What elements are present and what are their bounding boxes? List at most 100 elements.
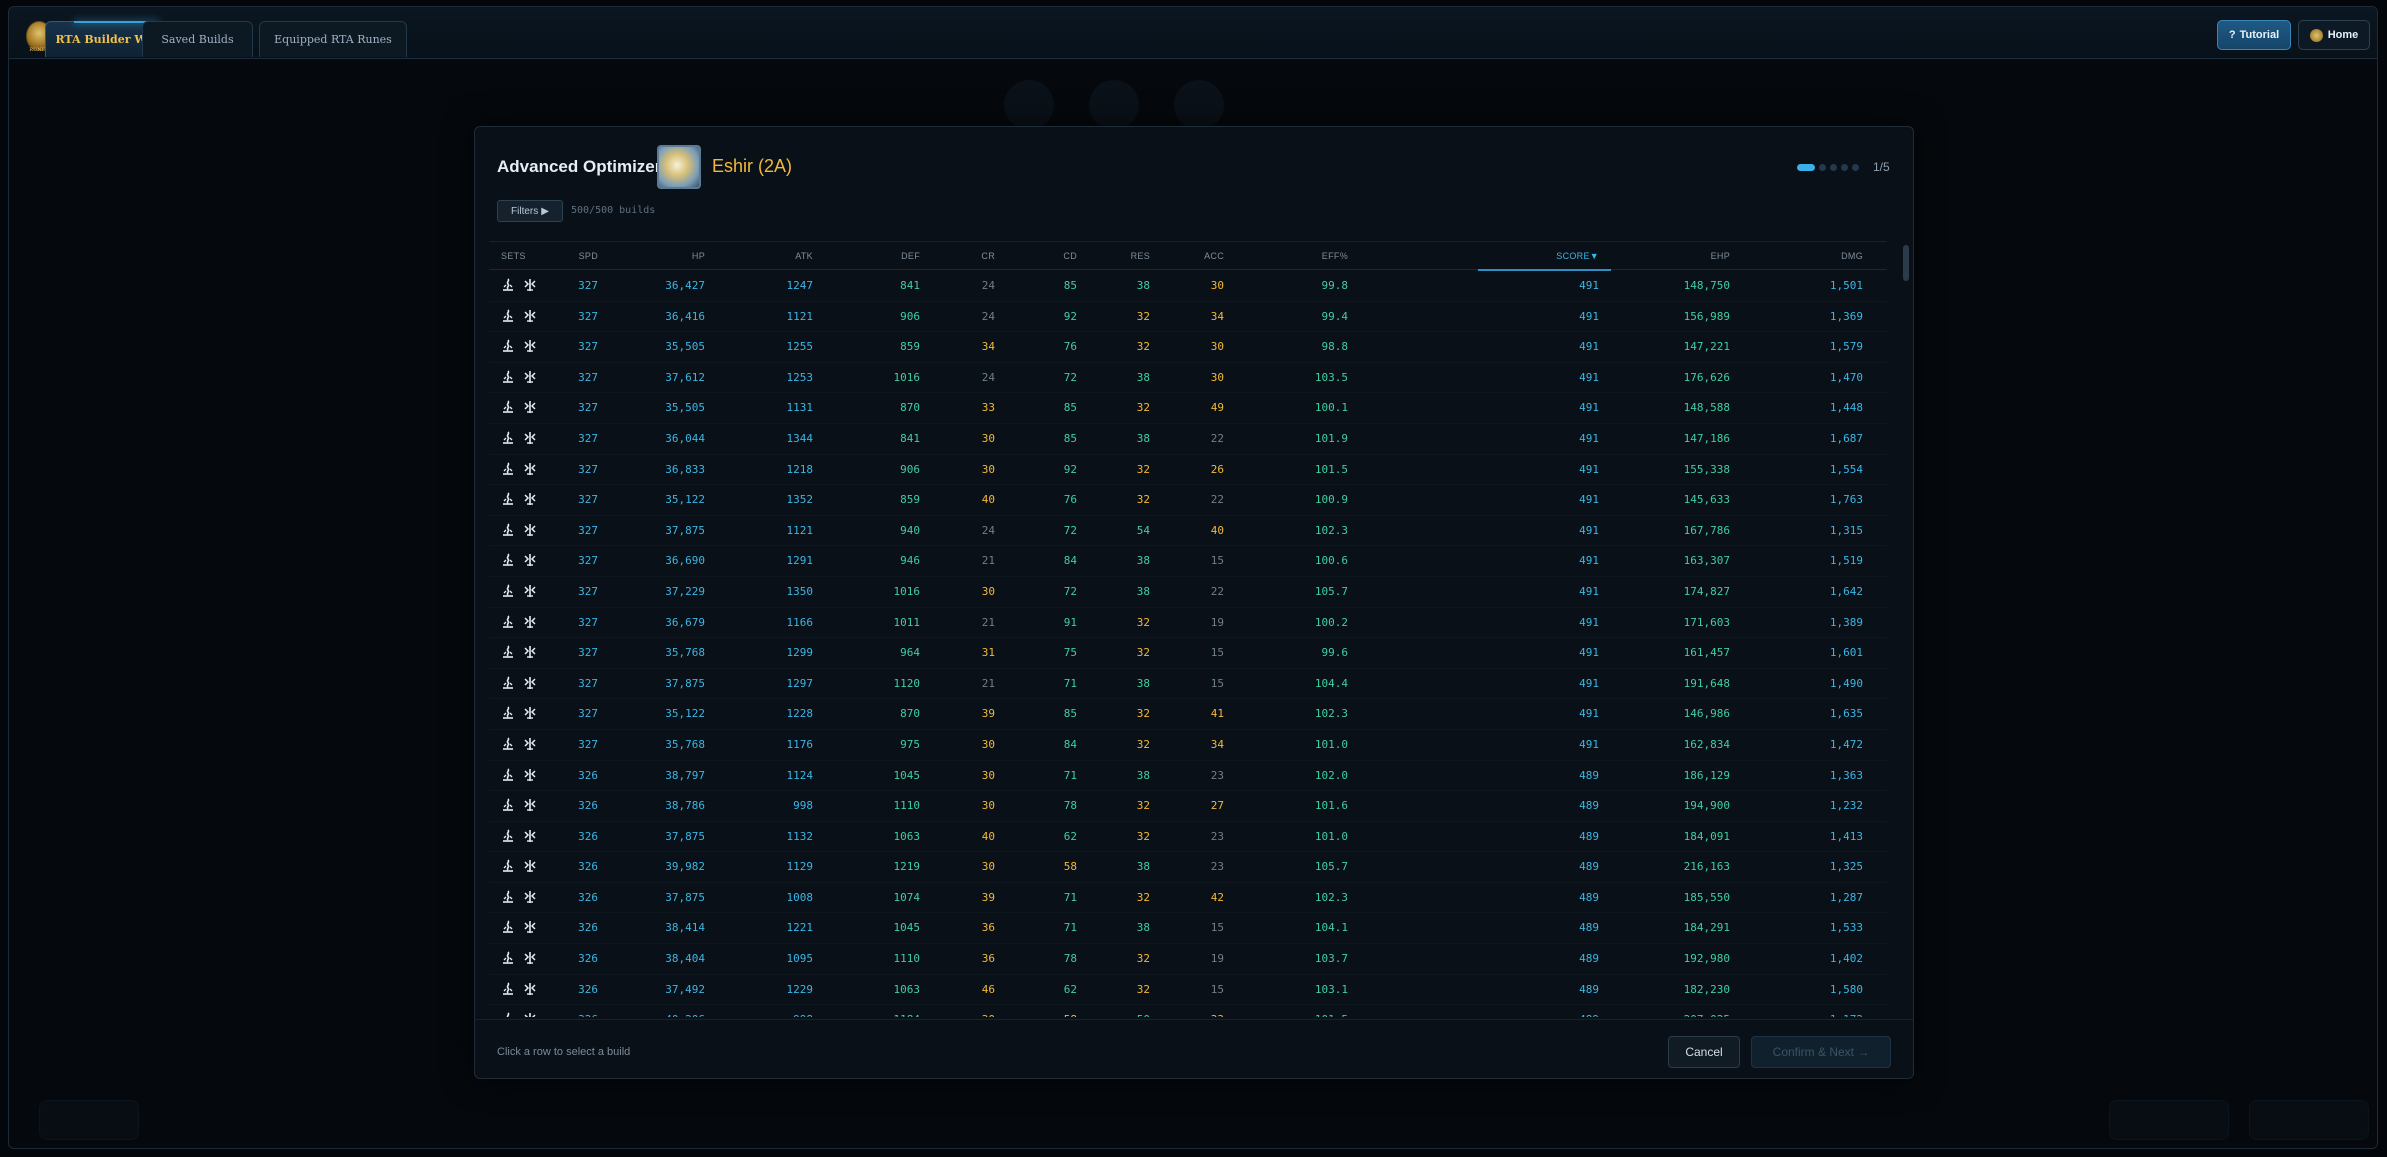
row-sets [501, 614, 537, 629]
cell-atk: 998 [793, 799, 813, 813]
cell-hp: 38,404 [665, 952, 705, 966]
will-set-icon [523, 982, 537, 996]
sort-desc-icon: ▼ [1589, 251, 1599, 261]
cell-dmg: 1,448 [1829, 401, 1863, 415]
tab-equipped-rta-runes[interactable]: Equipped RTA Runes [259, 21, 407, 57]
cell-spd: 327 [578, 462, 598, 476]
cell-acc: 49 [1210, 401, 1224, 415]
table-row[interactable]: 326 38,786 998 1110 30 78 32 27 101.6 489 194,900 1… [489, 791, 1887, 822]
table-row[interactable]: 327 35,122 1352 859 40 76 32 22 100.9 491 145,633 1… [489, 485, 1887, 516]
column-header-sets[interactable]: SETS [501, 251, 526, 261]
row-sets [501, 339, 537, 353]
table-row[interactable]: 326 38,797 1124 1045 30 71 38 23 102.0 489 186,129… [489, 761, 1887, 792]
table-row[interactable]: 327 35,122 1228 870 39 85 32 41 102.3 491 146,986 1… [489, 699, 1887, 730]
column-header-atk[interactable]: ATK [795, 251, 813, 261]
cell-cd: 62 [1063, 829, 1077, 843]
row-sets [501, 309, 537, 323]
cell-score: 491 [1579, 431, 1599, 445]
cell-cd: 76 [1063, 340, 1077, 354]
column-header-res[interactable]: RES [1131, 251, 1150, 261]
cell-res: 32 [1136, 952, 1150, 966]
table-row[interactable]: 326 38,404 1095 1110 36 78 32 19 103.7 489 192,980… [489, 944, 1887, 975]
table-row[interactable]: 326 39,982 1129 1219 30 58 38 23 105.7 489 216,163… [489, 852, 1887, 883]
cell-eff: 99.8 [1321, 279, 1349, 292]
column-header-hp[interactable]: HP [692, 251, 705, 261]
table-row[interactable]: 327 37,229 1350 1016 30 72 38 22 105.7 491 174,827… [489, 577, 1887, 608]
cell-dmg: 1,579 [1829, 340, 1863, 354]
cell-ehp: 163,307 [1683, 554, 1730, 568]
table-row[interactable]: 327 35,505 1131 870 33 85 32 49 100.1 491 148,588 1… [489, 393, 1887, 424]
violent-set-icon [501, 890, 515, 904]
table-scrollbar[interactable] [1903, 241, 1909, 1017]
cell-ehp: 146,986 [1683, 707, 1730, 721]
column-header-ehp[interactable]: EHP [1711, 251, 1730, 261]
cell-hp: 37,229 [665, 584, 705, 598]
table-row[interactable]: 327 36,416 1121 906 24 92 32 34 99.4 491 156,989 1,… [489, 302, 1887, 333]
column-header-def[interactable]: DEF [901, 251, 920, 261]
cell-atk: 1352 [786, 493, 814, 507]
table-row[interactable]: 326 40,206 998 1184 30 58 50 33 101.5 489 207,025 1… [489, 1005, 1887, 1017]
table-row[interactable]: 326 37,875 1008 1074 39 71 32 42 102.3 489 185,550… [489, 883, 1887, 914]
cell-acc: 15 [1210, 554, 1224, 568]
column-header-spd[interactable]: SPD [579, 251, 598, 261]
filters-label: Filters [511, 205, 539, 217]
column-header-score-label: SCORE [1556, 251, 1590, 261]
violent-set-icon [501, 767, 515, 782]
cell-acc: 41 [1210, 707, 1224, 721]
cell-ehp: 148,588 [1683, 401, 1730, 415]
tab-saved-builds[interactable]: Saved Builds [142, 21, 253, 57]
table-row[interactable]: 326 37,875 1132 1063 40 62 32 23 101.0 489 184,091… [489, 822, 1887, 853]
cell-def: 1074 [893, 890, 921, 904]
scroll-thumb[interactable] [1903, 245, 1909, 281]
confirm-next-button[interactable]: Confirm & Next → [1751, 1036, 1891, 1068]
table-row[interactable]: 327 35,768 1176 975 30 84 32 34 101.0 491 162,834 1… [489, 730, 1887, 761]
table-row[interactable]: 327 36,044 1344 841 30 85 38 22 101.9 491 147,186 1… [489, 424, 1887, 455]
table-row[interactable]: 327 35,505 1255 859 34 76 32 30 98.8 491 147,221 1,… [489, 332, 1887, 363]
table-row[interactable]: 327 36,690 1291 946 21 84 38 15 100.6 491 163,307 1… [489, 546, 1887, 577]
cell-hp: 37,612 [665, 370, 705, 384]
column-header-eff[interactable]: EFF% [1322, 251, 1348, 261]
table-row[interactable]: 327 36,427 1247 841 24 85 38 30 99.8 491 148,750 1,… [489, 271, 1887, 302]
table-row[interactable]: 327 37,875 1121 940 24 72 54 40 102.3 491 167,786 1… [489, 516, 1887, 547]
cell-acc: 23 [1210, 768, 1224, 782]
cell-score: 489 [1579, 1013, 1599, 1017]
cell-cr: 24 [981, 309, 995, 323]
table-row[interactable]: 327 35,768 1299 964 31 75 32 15 99.6 491 161,457 1,… [489, 638, 1887, 669]
cell-eff: 102.0 [1314, 768, 1348, 782]
cell-dmg: 1,687 [1829, 431, 1863, 445]
cell-atk: 1253 [786, 370, 814, 384]
cell-eff: 101.5 [1314, 462, 1348, 476]
cell-spd: 326 [578, 952, 598, 966]
table-row[interactable]: 326 37,492 1229 1063 46 62 32 15 103.1 489 182,230… [489, 975, 1887, 1006]
cell-atk: 1131 [786, 401, 814, 415]
violent-set-icon [501, 614, 515, 629]
cancel-button[interactable]: Cancel [1668, 1036, 1740, 1068]
home-button[interactable]: Home [2298, 20, 2370, 50]
table-row[interactable]: 327 37,875 1297 1120 21 71 38 15 104.4 491 191,648… [489, 669, 1887, 700]
violent-set-icon [501, 400, 515, 414]
table-body: 327 36,427 1247 841 24 85 38 30 99.8 491 148,750 1,… [489, 271, 1887, 1017]
cell-def: 1120 [893, 676, 921, 690]
tutorial-button[interactable]: ? Tutorial [2217, 20, 2291, 50]
column-header-dmg[interactable]: DMG [1841, 251, 1863, 261]
cell-cd: 58 [1064, 1013, 1077, 1017]
cell-score: 489 [1579, 799, 1599, 813]
column-header-cr[interactable]: CR [981, 251, 995, 261]
will-set-icon [523, 798, 537, 812]
column-header-cd[interactable]: CD [1063, 251, 1077, 261]
column-header-acc[interactable]: ACC [1204, 251, 1224, 261]
modal-title: Advanced Optimizer [497, 157, 662, 176]
table-row[interactable]: 327 36,679 1166 1011 21 91 32 19 100.2 491 171,603… [489, 608, 1887, 639]
filters-button[interactable]: Filters ▶ [497, 200, 563, 222]
table-row[interactable]: 326 38,414 1221 1045 36 71 38 15 104.1 489 184,291… [489, 913, 1887, 945]
cell-eff: 104.4 [1314, 676, 1348, 690]
cell-score: 491 [1579, 523, 1599, 537]
violent-set-icon [501, 737, 515, 751]
table-row[interactable]: 327 36,833 1218 906 30 92 32 26 101.5 491 155,338 1… [489, 455, 1887, 486]
table-row[interactable]: 327 37,612 1253 1016 24 72 38 30 103.5 491 176,626… [489, 363, 1887, 394]
column-header-score[interactable]: SCORE▼ [1556, 251, 1599, 261]
cell-cr: 33 [981, 401, 995, 415]
cell-atk: 1132 [786, 829, 814, 843]
cell-hp: 36,416 [665, 309, 705, 323]
cell-res: 38 [1136, 279, 1150, 292]
